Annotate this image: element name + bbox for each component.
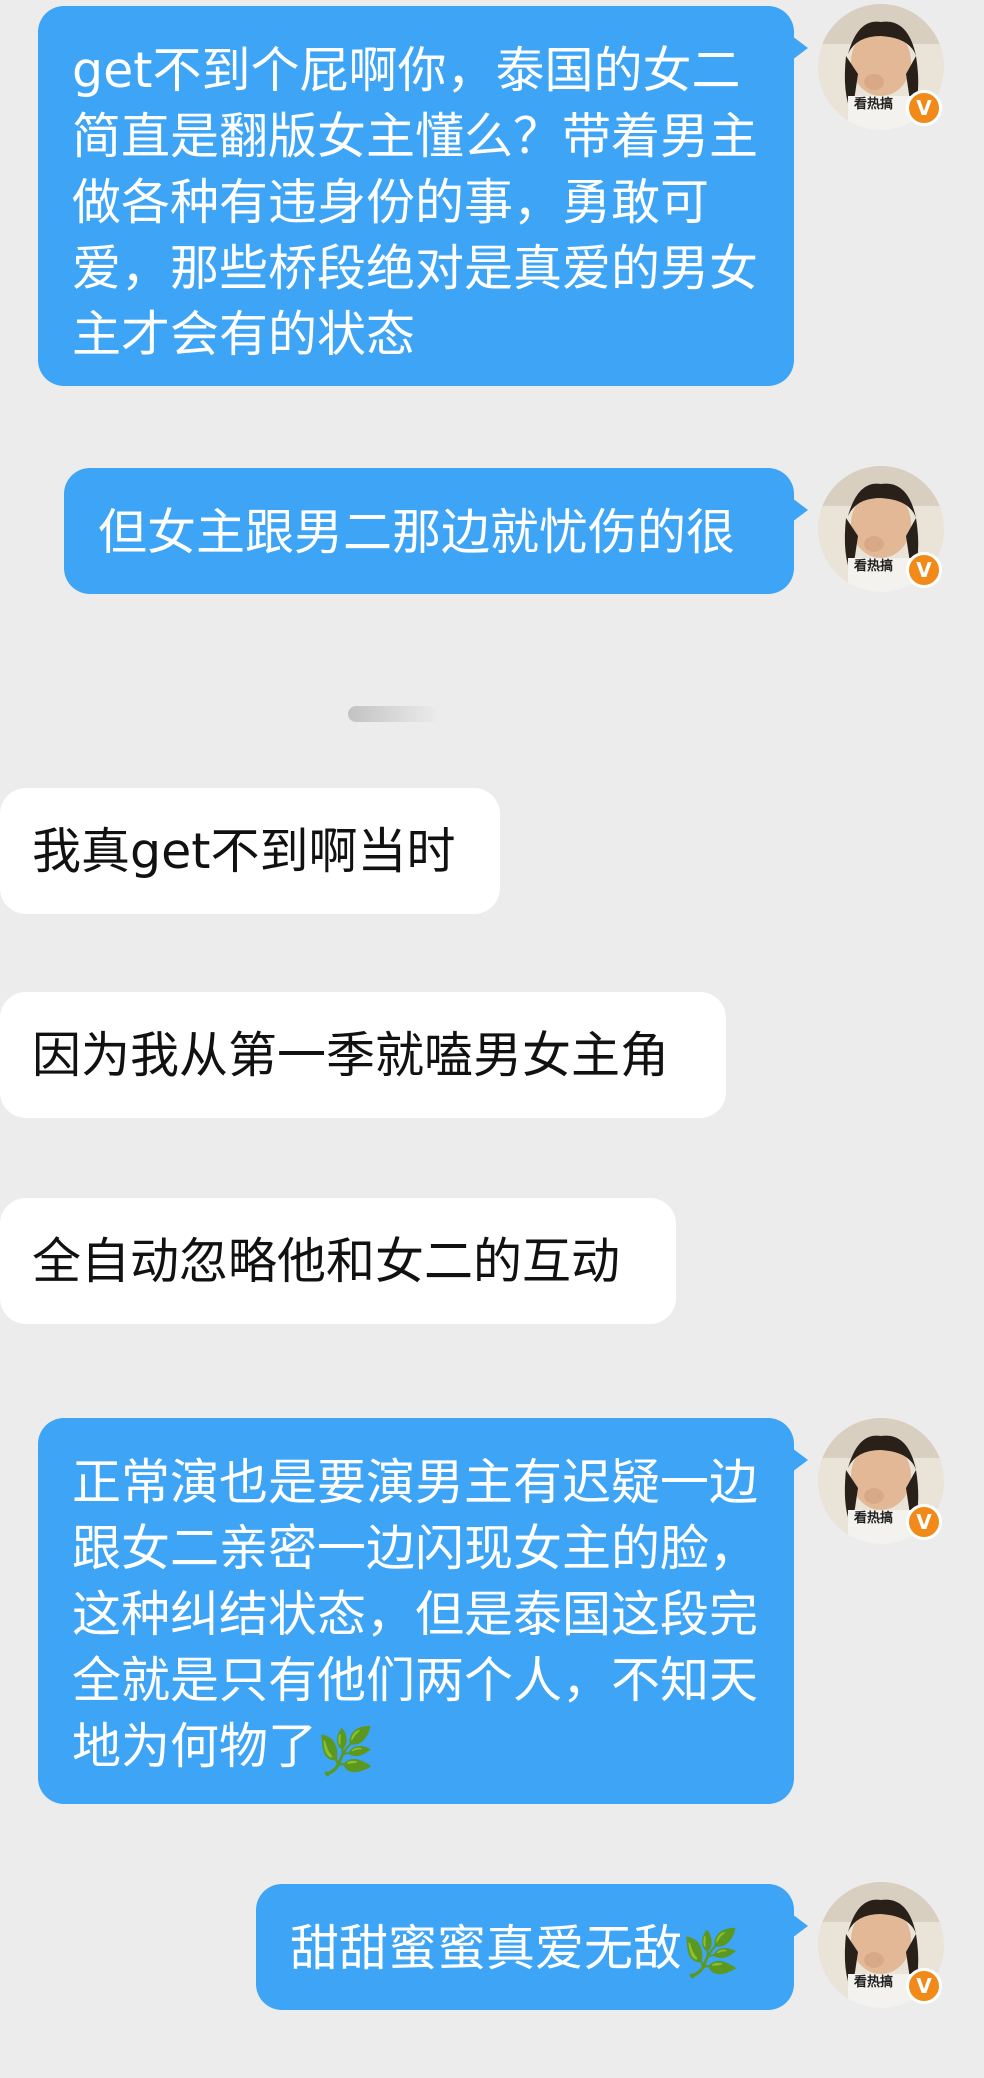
avatar-caption: 看热搞 xyxy=(854,559,894,574)
message-bubble-outgoing[interactable]: 但女主跟男二那边就忧伤的很 xyxy=(64,468,808,594)
message-text: 全自动忽略他和女二的互动 xyxy=(32,1233,621,1290)
herb-emoji-icon: 🌿 xyxy=(317,1724,375,1778)
redacted-timestamp xyxy=(348,706,440,722)
message-text: 我真get不到啊当时 xyxy=(32,823,456,880)
message-bubble-incoming[interactable]: 全自动忽略他和女二的互动 xyxy=(0,1198,676,1324)
avatar-caption: 看热搞 xyxy=(854,97,894,112)
message-text: 但女主跟男二那边就忧伤的很 xyxy=(98,504,736,561)
verified-badge-icon: V xyxy=(906,1968,942,2004)
verified-badge-icon: V xyxy=(906,1504,942,1540)
avatar[interactable]: 看热搞 V xyxy=(818,4,944,130)
message-bubble-outgoing[interactable]: get不到个屁啊你，泰国的女二简直是翻版女主懂么？带着男主做各种有违身份的事，勇… xyxy=(38,6,808,386)
message-text: get不到个屁啊你，泰国的女二简直是翻版女主懂么？带着男主做各种有违身份的事，勇… xyxy=(72,42,759,363)
message-text: 甜甜蜜蜜真爱无敌 xyxy=(290,1920,683,1977)
message-text: 正常演也是要演男主有迟疑一边跟女二亲密一边闪现女主的脸，这种纠结状态，但是泰国这… xyxy=(72,1454,759,1775)
message-bubble-incoming[interactable]: 我真get不到啊当时 xyxy=(0,788,500,914)
message-bubble-outgoing[interactable]: 正常演也是要演男主有迟疑一边跟女二亲密一边闪现女主的脸，这种纠结状态，但是泰国这… xyxy=(38,1418,808,1804)
message-bubble-outgoing[interactable]: 甜甜蜜蜜真爱无敌🌿 xyxy=(256,1884,808,2010)
avatar[interactable]: 看热搞 V xyxy=(818,466,944,592)
message-bubble-incoming[interactable]: 因为我从第一季就嗑男女主角 xyxy=(0,992,726,1118)
verified-badge-icon: V xyxy=(906,90,942,126)
avatar[interactable]: 看热搞 V xyxy=(818,1418,944,1544)
message-text: 因为我从第一季就嗑男女主角 xyxy=(32,1027,670,1084)
chat-thread: get不到个屁啊你，泰国的女二简直是翻版女主懂么？带着男主做各种有违身份的事，勇… xyxy=(0,0,984,2078)
avatar-caption: 看热搞 xyxy=(854,1975,894,1990)
avatar-caption: 看热搞 xyxy=(854,1511,894,1526)
avatar[interactable]: 看热搞 V xyxy=(818,1882,944,2008)
herb-emoji-icon: 🌿 xyxy=(682,1926,740,1980)
verified-badge-icon: V xyxy=(906,552,942,588)
